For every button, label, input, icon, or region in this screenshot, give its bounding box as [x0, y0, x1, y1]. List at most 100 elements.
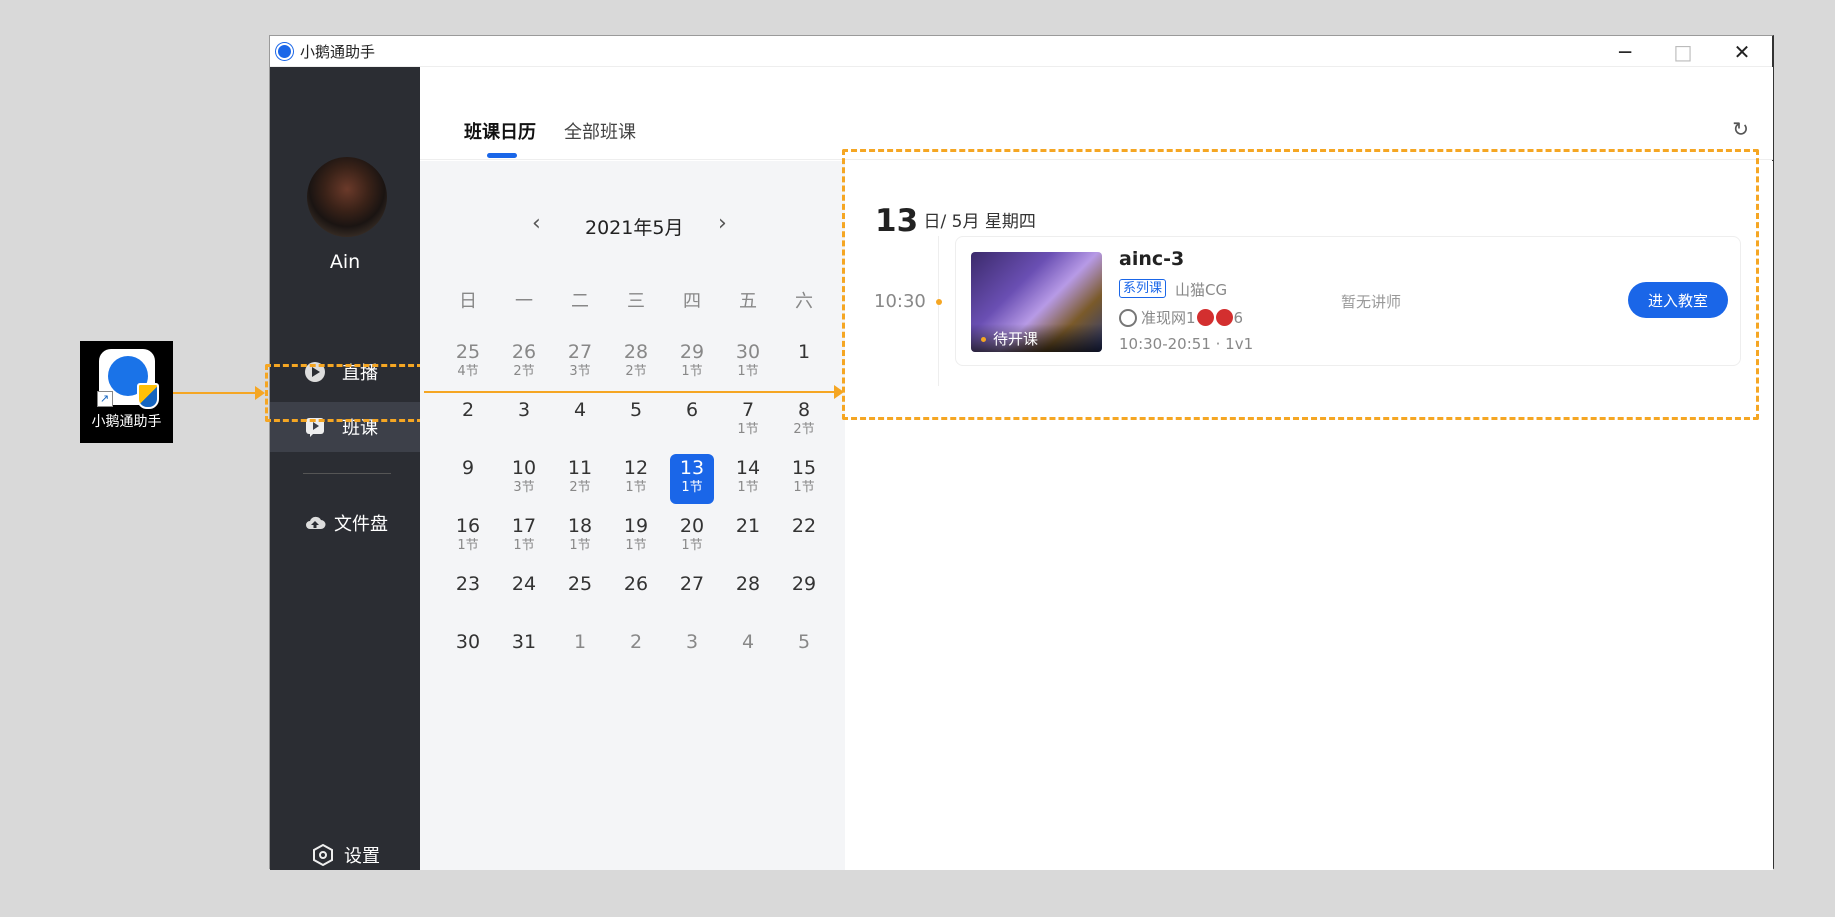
sidebar: Ain 直播 班课 文件盘 设置: [270, 67, 420, 870]
calendar-day[interactable]: 11 2节: [558, 454, 602, 504]
close-button[interactable]: ✕: [1713, 36, 1771, 67]
desktop-shortcut-label: 小鹅通助手: [91, 414, 162, 430]
calendar-day[interactable]: 24: [502, 570, 546, 620]
lesson-count: 1节: [513, 538, 535, 553]
day-number: 25: [567, 573, 593, 595]
lesson-count: 1节: [457, 538, 479, 553]
calendar-day[interactable]: 5: [614, 396, 658, 446]
calendar-day[interactable]: 23: [446, 570, 490, 620]
calendar-day[interactable]: 10 3节: [502, 454, 546, 504]
calendar-day[interactable]: 4: [726, 628, 770, 678]
lesson-count: 2节: [513, 364, 535, 379]
calendar-day[interactable]: 28: [726, 570, 770, 620]
annotation-arrowhead-2: [834, 385, 844, 399]
calendar-day[interactable]: 29 1节: [670, 338, 714, 388]
calendar-day[interactable]: 6: [670, 396, 714, 446]
calendar-day[interactable]: 17 1节: [502, 512, 546, 562]
lesson-count: 1节: [737, 480, 759, 495]
day-number: 16: [455, 515, 481, 537]
lesson-count: 1节: [681, 480, 703, 495]
day-number: 24: [511, 573, 537, 595]
day-number: 7: [741, 399, 755, 421]
sidebar-item-files[interactable]: 文件盘: [270, 498, 420, 548]
calendar-day[interactable]: 1: [558, 628, 602, 678]
avatar[interactable]: [307, 157, 387, 237]
settings-button[interactable]: 设置: [270, 830, 420, 880]
calendar-day[interactable]: 27 3节: [558, 338, 602, 388]
calendar-day[interactable]: 9: [446, 454, 490, 504]
day-number: 13: [679, 457, 705, 479]
lesson-count: 1节: [569, 538, 591, 553]
calendar-day[interactable]: 12 1节: [614, 454, 658, 504]
uac-shield-icon: [136, 383, 159, 409]
calendar-day[interactable]: 5: [782, 628, 826, 678]
settings-label: 设置: [344, 846, 380, 867]
lesson-count: 1节: [625, 480, 647, 495]
calendar-day[interactable]: 15 1节: [782, 454, 826, 504]
calendar-day[interactable]: 30: [446, 628, 490, 678]
day-number: 31: [511, 631, 537, 653]
active-tab-indicator: [487, 153, 517, 158]
day-number: 15: [791, 457, 817, 479]
day-number: 5: [797, 631, 811, 653]
lesson-count: 2节: [569, 480, 591, 495]
day-number: 11: [567, 457, 593, 479]
day-number: 8: [797, 399, 811, 421]
calendar-day-selected[interactable]: 13 1节: [670, 454, 714, 504]
prev-month-button[interactable]: ‹: [532, 211, 541, 236]
day-number: 20: [679, 515, 705, 537]
title-bar: 小鹅通助手 ─ □ ✕: [270, 36, 1772, 67]
tab-all-classes[interactable]: 全部班课: [564, 118, 636, 144]
annotation-arrowhead-1: [255, 386, 265, 400]
calendar-day[interactable]: 21: [726, 512, 770, 562]
calendar-day[interactable]: 28 2节: [614, 338, 658, 388]
calendar-day[interactable]: 3: [670, 628, 714, 678]
calendar-day[interactable]: 22: [782, 512, 826, 562]
day-number: 18: [567, 515, 593, 537]
calendar-day[interactable]: 16 1节: [446, 512, 490, 562]
calendar-day[interactable]: 27: [670, 570, 714, 620]
refresh-icon[interactable]: ↻: [1732, 117, 1749, 141]
day-number: 3: [685, 631, 699, 653]
next-month-button[interactable]: ›: [718, 211, 727, 236]
calendar-day[interactable]: 25 4节: [446, 338, 490, 388]
calendar-day[interactable]: 26: [614, 570, 658, 620]
day-number: 25: [455, 341, 481, 363]
calendar-day[interactable]: 3: [502, 396, 546, 446]
calendar-day[interactable]: 1: [782, 338, 826, 388]
shortcut-arrow-icon: ↗: [96, 391, 113, 407]
day-number: 28: [623, 341, 649, 363]
calendar-pane: ‹ 2021年5月 › 日一二三四五六 25 4节 26 2节 27 3节 28 2节 29 1节 3…: [420, 161, 845, 870]
calendar-day[interactable]: 7 1节: [726, 396, 770, 446]
calendar-day[interactable]: 4: [558, 396, 602, 446]
calendar-day[interactable]: 14 1节: [726, 454, 770, 504]
calendar-day[interactable]: 2: [614, 628, 658, 678]
day-number: 17: [511, 515, 537, 537]
calendar-day[interactable]: 18 1节: [558, 512, 602, 562]
lesson-count: 1节: [793, 480, 815, 495]
gear-icon: [312, 844, 334, 866]
calendar-day[interactable]: 19 1节: [614, 512, 658, 562]
weekday-header: 日: [459, 291, 477, 312]
maximize-button[interactable]: □: [1654, 36, 1712, 67]
minimize-button[interactable]: ─: [1596, 36, 1654, 67]
desktop-shortcut[interactable]: ↗ 小鹅通助手: [80, 341, 173, 443]
lesson-count: 1节: [681, 538, 703, 553]
calendar-day[interactable]: 25: [558, 570, 602, 620]
day-number: 27: [567, 341, 593, 363]
calendar-day[interactable]: 26 2节: [502, 338, 546, 388]
annotation-arrow-1: [173, 392, 255, 394]
calendar-day[interactable]: 31: [502, 628, 546, 678]
calendar-day[interactable]: 8 2节: [782, 396, 826, 446]
day-number: 19: [623, 515, 649, 537]
sidebar-item-label: 文件盘: [334, 514, 388, 535]
calendar-day[interactable]: 2: [446, 396, 490, 446]
lesson-count: 1节: [625, 538, 647, 553]
sidebar-divider: [303, 473, 391, 474]
calendar-day[interactable]: 29: [782, 570, 826, 620]
calendar-day[interactable]: 20 1节: [670, 512, 714, 562]
app-logo-icon: ↗: [96, 349, 159, 409]
calendar-day[interactable]: 30 1节: [726, 338, 770, 388]
weekday-header: 四: [683, 291, 701, 312]
tab-class-calendar[interactable]: 班课日历: [464, 118, 536, 144]
